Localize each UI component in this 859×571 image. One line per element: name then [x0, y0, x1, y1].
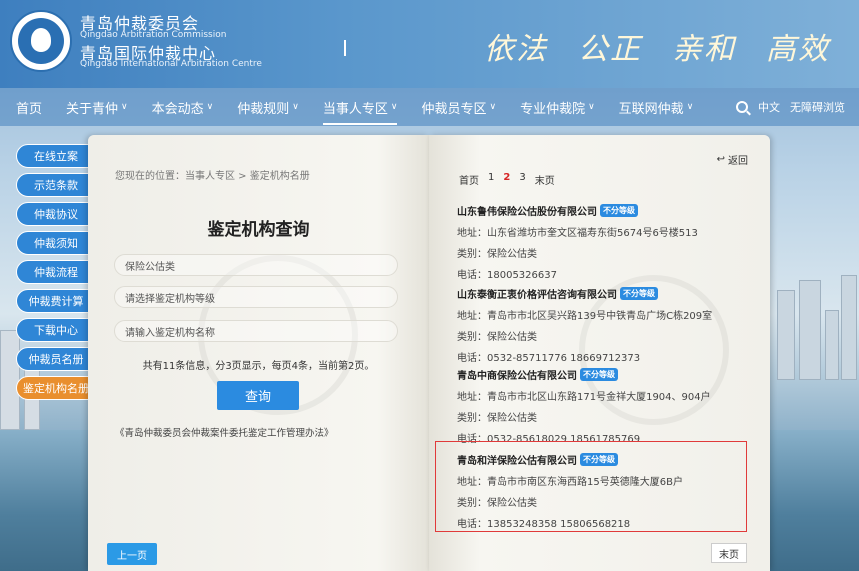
nav-label: 首页	[16, 101, 43, 117]
sidebar-item-online-filing[interactable]: 在线立案	[16, 144, 90, 168]
list-item: 山东泰衡正衷价格评估咨询有限公司 不分等级 地址：青岛市市北区吴兴路139号中铁…	[457, 286, 757, 364]
nav-label: 关于青仲	[66, 101, 119, 117]
book-panel: 您现在的位置：当事人专区 > 鉴定机构名册 鉴定机构查询 保险公估类 请选择鉴定…	[88, 135, 770, 571]
entry-category: 类别：保险公估类	[457, 249, 537, 260]
highlight-box	[435, 441, 747, 532]
accessibility-link[interactable]: 无障碍浏览	[790, 99, 845, 115]
entry-header: 青岛中商保险公估有限公司 不分等级	[457, 367, 757, 382]
nav-item-rules[interactable]: 仲裁规则 ∨	[237, 98, 299, 117]
sidebar-item-arbitrator-roster[interactable]: 仲裁员名册	[16, 347, 90, 371]
chevron-down-icon: ∨	[292, 102, 299, 112]
chevron-down-icon: ∨	[489, 102, 497, 112]
chevron-down-icon: ∨	[390, 102, 398, 112]
nav-item-arbitrators[interactable]: 仲裁员专区 ∨	[421, 98, 496, 117]
nav-item-home[interactable]: 首页	[16, 98, 42, 117]
slogan-word: 依法	[484, 32, 548, 67]
slogan-word: 高效	[766, 32, 830, 67]
entry-header: 山东泰衡正衷价格评估咨询有限公司 不分等级	[457, 286, 757, 301]
sidebar-item-agreement[interactable]: 仲裁协议	[16, 202, 90, 226]
list-item: 青岛中商保险公估有限公司 不分等级 地址：青岛市市北区山东路171号金祥大厦19…	[457, 367, 757, 445]
slogan-word: 公正	[578, 32, 642, 67]
nav-tools: 中文 无障碍浏览	[736, 99, 845, 115]
entry-category: 类别：保险公估类	[457, 332, 537, 343]
nav-item-internet-arbitration[interactable]: 互联网仲裁 ∨	[619, 98, 694, 117]
main-nav: 首页 关于青仲 ∨ 本会动态 ∨ 仲裁规则 ∨ 当事人专区 ∨ 仲裁员专区 ∨ 专业仲裁院…	[0, 88, 859, 126]
chevron-down-icon: ∨	[686, 102, 694, 112]
logo-emblem-icon	[18, 18, 64, 64]
level-select[interactable]: 请选择鉴定机构等级	[114, 286, 398, 308]
nav-item-about[interactable]: 关于青仲 ∨	[66, 98, 128, 117]
entry-category: 类别：保险公估类	[457, 413, 537, 424]
pager-page[interactable]: 3	[519, 172, 525, 187]
entry-address: 地址：山东省潍坊市奎文区福寿东街5674号6号楼513	[457, 228, 698, 239]
entry-name[interactable]: 山东鲁伟保险公估股份有限公司	[457, 203, 597, 218]
centre-name-en: Qingdao International Arbitration Centre	[80, 59, 262, 69]
level-badge: 不分等级	[580, 368, 618, 381]
page-title: 鉴定机构查询	[207, 220, 310, 240]
nav-label: 专业仲裁院	[520, 101, 586, 117]
nav-item-news[interactable]: 本会动态 ∨	[152, 98, 214, 117]
chevron-down-icon: ∨	[121, 102, 128, 112]
text-cursor	[344, 40, 346, 56]
sidebar-item-process[interactable]: 仲裁流程	[16, 260, 90, 284]
entry-address: 地址：青岛市市北区吴兴路139号中铁青岛广场C栋209室	[457, 311, 713, 322]
org-name-en: Qingdao Arbitration Commission	[80, 30, 227, 40]
query-button[interactable]: 查询	[217, 381, 299, 410]
sidebar: 在线立案 示范条款 仲裁协议 仲裁须知 仲裁流程 仲裁费计算 下载中心 仲裁员名…	[16, 144, 90, 405]
pager-last[interactable]: 末页	[535, 172, 555, 187]
sidebar-item-appraisal-roster[interactable]: 鉴定机构名册	[16, 376, 90, 400]
name-input[interactable]: 请输入鉴定机构名称	[114, 320, 398, 342]
slogan: 依法 公正 亲和 高效	[484, 24, 830, 68]
prev-page-button[interactable]: 上一页	[107, 543, 157, 565]
nav-label: 本会动态	[151, 101, 204, 117]
sidebar-item-model-clause[interactable]: 示范条款	[16, 173, 90, 197]
nav-item-parties[interactable]: 当事人专区 ∨	[322, 98, 398, 125]
level-badge: 不分等级	[600, 204, 638, 217]
management-rules-link[interactable]: 《青岛仲裁委员会仲裁案件委托鉴定工作管理办法》	[115, 425, 334, 439]
breadcrumb: 您现在的位置：当事人专区 > 鉴定机构名册	[115, 171, 310, 182]
list-item: 山东鲁伟保险公估股份有限公司 不分等级 地址：山东省潍坊市奎文区福寿东街5674…	[457, 203, 757, 281]
site-header: 青岛仲裁委员会 Qingdao Arbitration Commission 青…	[0, 0, 859, 88]
level-badge: 不分等级	[620, 287, 658, 300]
nav-item-professional-courts[interactable]: 专业仲裁院 ∨	[520, 98, 595, 117]
entry-name[interactable]: 青岛中商保险公估有限公司	[457, 367, 577, 382]
category-select[interactable]: 保险公估类	[114, 254, 398, 276]
entry-address: 地址：青岛市市北区山东路171号金祥大厦1904、904户	[457, 392, 711, 403]
chevron-down-icon: ∨	[588, 102, 595, 112]
org-logo[interactable]	[10, 10, 72, 72]
pager-first[interactable]: 首页	[459, 172, 479, 187]
entry-header: 山东鲁伟保险公估股份有限公司 不分等级	[457, 203, 757, 218]
back-arrow-icon: ↩	[716, 154, 725, 165]
entry-name[interactable]: 山东泰衡正衷价格评估咨询有限公司	[457, 286, 617, 301]
nav-label: 当事人专区	[322, 101, 388, 117]
nav-label: 仲裁规则	[237, 101, 290, 117]
slogan-word: 亲和	[672, 32, 736, 67]
last-page-button[interactable]: 末页	[711, 543, 747, 563]
entry-phone: 电话：18005326637	[457, 270, 557, 281]
nav-label: 仲裁员专区	[421, 101, 487, 117]
sidebar-item-fee-calculator[interactable]: 仲裁费计算	[16, 289, 90, 313]
background-right-buildings	[769, 270, 859, 380]
sidebar-item-notice[interactable]: 仲裁须知	[16, 231, 90, 255]
nav-label: 互联网仲裁	[618, 101, 684, 117]
pager-page-current[interactable]: 2	[503, 172, 510, 187]
search-icon[interactable]	[736, 101, 748, 113]
result-summary: 共有11条信息，分3页显示，每页4条，当前第2页。	[142, 361, 375, 372]
pagination: 首页 1 2 3 末页	[459, 172, 555, 187]
language-switch[interactable]: 中文	[758, 99, 780, 115]
entry-phone: 电话：0532-85711776 18669712373	[457, 353, 641, 364]
pager-page[interactable]: 1	[488, 172, 494, 187]
left-page: 您现在的位置：当事人专区 > 鉴定机构名册 鉴定机构查询 保险公估类 请选择鉴定…	[88, 135, 429, 571]
chevron-down-icon: ∨	[206, 102, 214, 112]
back-link[interactable]: ↩ 返回	[717, 152, 748, 167]
sidebar-item-downloads[interactable]: 下载中心	[16, 318, 90, 342]
back-label: 返回	[728, 156, 748, 167]
